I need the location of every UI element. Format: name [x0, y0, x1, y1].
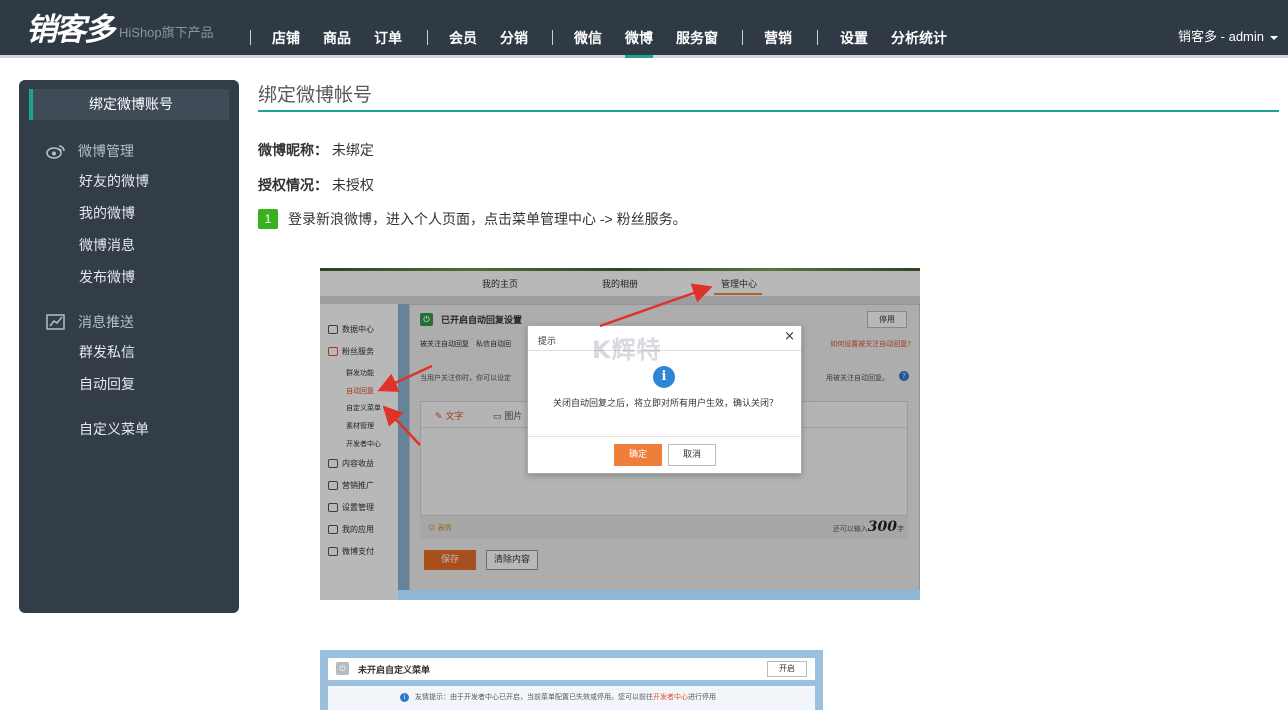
chart-board-icon: [46, 314, 66, 330]
tip-prefix: 友情提示：由于开发者中心已开启，当前菜单配置已失效或停用。您可以前往: [415, 693, 653, 701]
tip-link: 开发者中心: [653, 693, 688, 701]
sidebar-item-bind-weibo[interactable]: 绑定微博账号: [29, 89, 229, 120]
sidebar-item-mass-message[interactable]: 群发私信: [79, 342, 135, 362]
nav-item-settings[interactable]: 设置: [840, 0, 868, 58]
nav-divider: [742, 30, 743, 45]
nav-divider: [250, 30, 251, 45]
logo-subtitle: HiShop旗下产品: [119, 25, 214, 40]
sidebar-item-weibo-messages[interactable]: 微博消息: [79, 235, 135, 255]
step-instruction: 1 登录新浪微博，进入个人页面，点击菜单管理中心 -> 粉丝服务。: [258, 209, 687, 229]
nav-item-analytics[interactable]: 分析统计: [891, 0, 947, 58]
nav-item-distribution[interactable]: 分销: [500, 0, 528, 58]
sidebar-item-publish-weibo[interactable]: 发布微博: [79, 267, 135, 287]
weibo-icon: [46, 143, 66, 159]
nav-item-weibo[interactable]: 微博: [625, 0, 653, 58]
sidebar-item-my-weibo[interactable]: 我的微博: [79, 203, 135, 223]
open-button: 开启: [767, 661, 807, 677]
auth-row: 授权情况： 未授权: [258, 175, 374, 195]
auth-label: 授权情况：: [258, 177, 328, 193]
sidebar-item-auto-reply[interactable]: 自动回复: [79, 374, 135, 394]
user-name: 销客多 - admin: [1178, 29, 1264, 44]
sidebar-item-custom-menu[interactable]: 自定义菜单: [79, 419, 149, 439]
tip-text: i 友情提示：由于开发者中心已开启，当前菜单配置已失效或停用。您可以前往 开发者…: [400, 692, 716, 702]
nav-item-store[interactable]: 店铺: [272, 0, 300, 58]
step-number-badge: 1: [258, 209, 278, 229]
sidebar-group-weibo-manage[interactable]: 微博管理: [46, 141, 134, 161]
info-icon: i: [400, 692, 409, 702]
step-text: 登录新浪微博，进入个人页面，点击菜单管理中心 -> 粉丝服务。: [288, 211, 687, 227]
nickname-label: 微博昵称：: [258, 142, 328, 158]
nav-item-members[interactable]: 会员: [449, 0, 477, 58]
auth-value: 未授权: [331, 177, 374, 193]
sidebar-group-label: 微博管理: [78, 143, 134, 159]
nickname-row: 微博昵称： 未绑定: [258, 140, 374, 160]
arrow-to-custom-menu: [382, 405, 421, 446]
sidebar-group-push[interactable]: 消息推送: [46, 312, 134, 332]
sidebar-item-friends-weibo[interactable]: 好友的微博: [79, 171, 149, 191]
user-menu[interactable]: 销客多 - admin: [1178, 0, 1278, 58]
title-divider: [258, 110, 1279, 112]
logo-text: 销客多: [26, 12, 115, 48]
tutorial-screenshot-auto-reply: 我的主页 我的相册 管理中心 数据中心 粉丝服务 群发功能 自动回复 自定义菜单…: [320, 268, 920, 600]
top-navbar: 销客多 HiShop旗下产品 店铺 商品 订单 会员 分销 微信 微博 服务窗 …: [0, 0, 1288, 58]
nav-item-wechat[interactable]: 微信: [574, 0, 602, 58]
nav-item-products[interactable]: 商品: [323, 0, 351, 58]
caret-down-icon: [1270, 35, 1278, 40]
arrow-to-manage-center: [599, 283, 713, 328]
page-title: 绑定微博帐号: [258, 85, 373, 106]
nav-item-service-window[interactable]: 服务窗: [676, 0, 718, 58]
brand-logo[interactable]: 销客多 HiShop旗下产品: [26, 10, 214, 50]
nickname-value: 未绑定: [331, 142, 374, 158]
nav-item-orders[interactable]: 订单: [374, 0, 402, 58]
nav-divider: [427, 30, 428, 45]
nav-divider: [817, 30, 818, 45]
nav-item-marketing[interactable]: 营销: [764, 0, 792, 58]
power-icon: ⏻: [336, 662, 349, 675]
sidebar-group-label: 消息推送: [78, 314, 134, 330]
nav-divider: [552, 30, 553, 45]
arrow-to-auto-reply: [377, 364, 433, 392]
sidebar: 绑定微博账号 微博管理 好友的微博 我的微博 微博消息 发布微博 消息推送 群发…: [19, 80, 239, 613]
annotation-arrows: [377, 283, 713, 446]
tutorial-screenshot-custom-menu: ⏻ 未开启自定义菜单 开启 i 友情提示：由于开发者中心已开启，当前菜单配置已失…: [320, 650, 823, 710]
custom-menu-bar: ⏻ 未开启自定义菜单 开启: [328, 658, 815, 680]
custom-menu-title: 未开启自定义菜单: [358, 666, 431, 676]
tip-suffix: 进行停用: [688, 693, 716, 701]
